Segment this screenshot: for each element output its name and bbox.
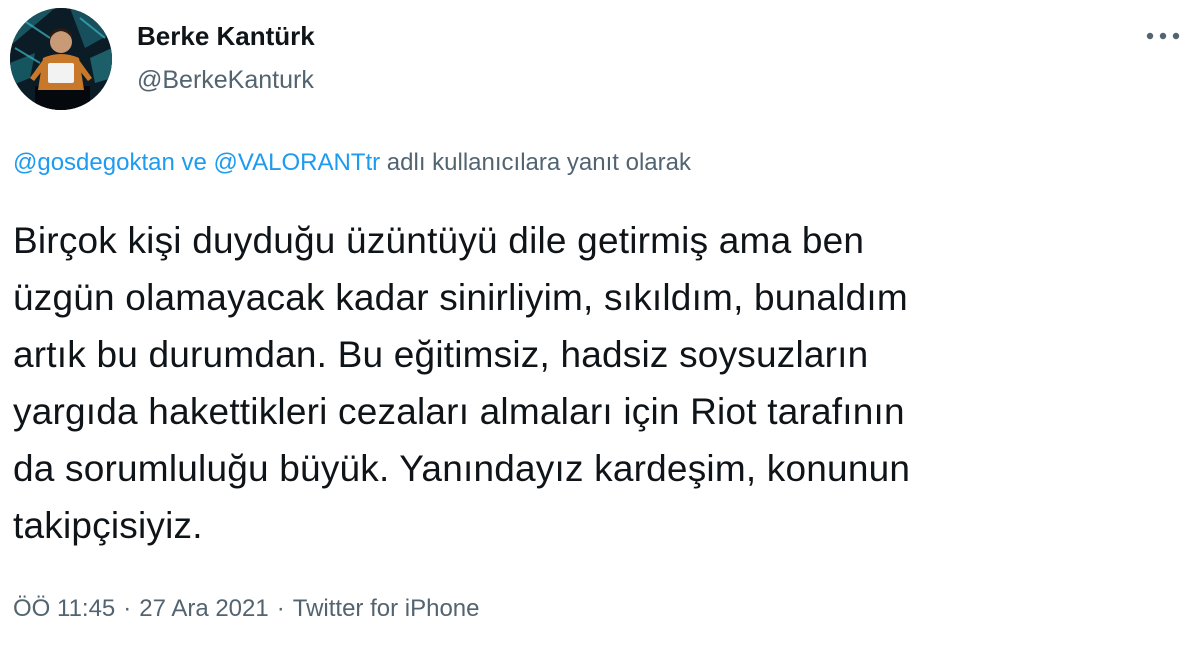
avatar-image xyxy=(10,8,112,110)
mention-link-gosdegoktan[interactable]: @gosdegoktan xyxy=(13,149,175,176)
meta-separator: · xyxy=(276,595,285,622)
tweet-date[interactable]: 27 Ara 2021 xyxy=(139,595,268,622)
tweet-card: Berke Kantürk @BerkeKanturk @gosdegoktan… xyxy=(0,0,1200,651)
tweet-text-line: takipçisiyiz. xyxy=(13,505,203,546)
more-options-button[interactable] xyxy=(1138,16,1188,56)
tweet-text-line: artık bu durumdan. Bu eğitimsiz, hadsiz … xyxy=(13,334,869,375)
more-dots-icon xyxy=(1146,32,1180,40)
reply-context-suffix: adlı kullanıcılara yanıt olarak xyxy=(386,149,691,176)
tweet-text: Birçok kişi duyduğu üzüntüyü dile getirm… xyxy=(13,212,1163,554)
meta-separator: · xyxy=(123,595,132,622)
tweet-time[interactable]: ÖÖ 11:45 xyxy=(13,595,115,622)
tweet-text-line: yargıda hakettikleri cezaları almaları i… xyxy=(13,391,905,432)
reply-conjunction: ve xyxy=(181,149,207,176)
author-name[interactable]: Berke Kantürk xyxy=(137,20,315,52)
tweet-text-line: da sorumluluğu büyük. Yanındayız kardeşi… xyxy=(13,448,911,489)
mention-link-valoranttr[interactable]: @VALORANTtr xyxy=(214,149,381,176)
tweet-source[interactable]: Twitter for iPhone xyxy=(293,595,480,622)
tweet-text-line: Birçok kişi duyduğu üzüntüyü dile getirm… xyxy=(13,220,865,261)
author-handle[interactable]: @BerkeKanturk xyxy=(137,64,314,96)
tweet-text-line: üzgün olamayacak kadar sinirliyim, sıkıl… xyxy=(13,277,908,318)
avatar[interactable] xyxy=(10,8,112,110)
reply-context: @gosdegoktan ve @VALORANTtr adlı kullanı… xyxy=(13,147,691,179)
tweet-metadata: ÖÖ 11:45 · 27 Ara 2021 · Twitter for iPhone xyxy=(13,593,479,625)
